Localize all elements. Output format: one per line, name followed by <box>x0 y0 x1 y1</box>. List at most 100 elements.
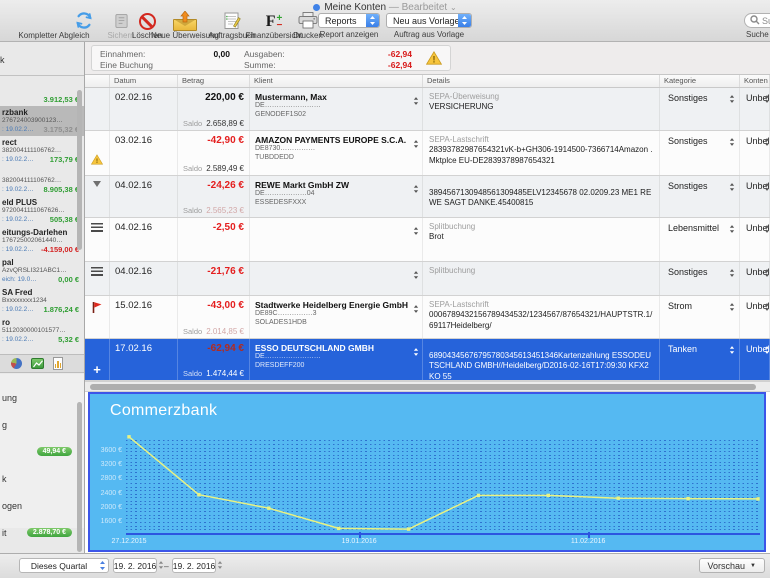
account-stepper-icon[interactable] <box>764 302 770 314</box>
account-balance: 173,79 € <box>50 155 79 164</box>
column-header-konten[interactable]: Konten <box>740 75 770 87</box>
category-stepper-icon[interactable] <box>729 137 735 149</box>
column-header-kategorie[interactable]: Kategorie <box>660 75 740 87</box>
cell-account[interactable]: Unbek <box>740 131 770 175</box>
category-stepper-icon[interactable] <box>729 268 735 280</box>
category-stepper-icon[interactable] <box>729 302 735 314</box>
cell-category[interactable]: Lebensmittel <box>660 218 740 261</box>
cell-amount: -43,00 € <box>207 300 244 311</box>
account-stepper-icon[interactable] <box>764 182 770 194</box>
toolbar-item-abgleich[interactable]: Kompletter Abgleich <box>2 12 106 40</box>
table-row[interactable]: 04.02.16-2,50 €SplitbuchungBrotLebensmit… <box>85 218 770 262</box>
account-number <box>2 87 79 95</box>
column-header-betrag[interactable]: Betrag <box>178 75 250 87</box>
client-stepper-icon[interactable] <box>413 344 419 362</box>
account-sync-date: : 19.02.2… <box>2 216 34 223</box>
cell-date: 17.02.16 <box>110 339 178 380</box>
category-stepper-icon[interactable] <box>729 182 735 194</box>
cell-category[interactable]: Sonstiges <box>660 131 740 175</box>
account-stepper-icon[interactable] <box>764 94 770 106</box>
range-select[interactable]: Dieses Quartal <box>19 558 109 573</box>
table-row[interactable]: !03.02.16-42,90 €Saldo2.589,49 €AMAZON P… <box>85 131 770 176</box>
sidebar-lower-list: ungg49,94 €kogenit2.878,70 € <box>0 374 84 528</box>
account-item[interactable]: ro5112030000101577…: 19.02.2…5,32 € <box>0 316 84 346</box>
preview-button[interactable]: Vorschau ▼ <box>699 558 765 573</box>
client-stepper-icon[interactable] <box>413 136 419 154</box>
disclosure-triangle-icon[interactable] <box>93 181 101 187</box>
table-row[interactable]: 02.02.16220,00 €Saldo2.658,89 €Musterman… <box>85 88 770 131</box>
cell-details-type: Splitbuchung <box>429 222 653 232</box>
cell-category[interactable]: Sonstiges <box>660 88 740 130</box>
account-item[interactable]: 3.912,53 € <box>0 76 84 106</box>
account-item[interactable]: rzbank276724003900123…: 19.02.2…3.175,32… <box>0 106 84 136</box>
account-item[interactable]: rect382004111106762…: 19.02.2…173,79 € <box>0 136 84 166</box>
category-stepper-icon[interactable] <box>729 224 735 236</box>
sidebar-scrollbar[interactable] <box>77 90 82 250</box>
account-item[interactable]: palAzvQRSLI321ABC1…eich: 19.0…0,00 € <box>0 256 84 286</box>
chart-icon[interactable] <box>31 358 44 369</box>
summary-strip: Einnahmen: 0,00 Ausgaben: -62,94 Eine Bu… <box>85 42 770 75</box>
account-stepper-icon[interactable] <box>764 345 770 357</box>
client-stepper-icon[interactable] <box>413 223 419 241</box>
table-row[interactable]: 04.02.16-24,26 €Saldo2.565,23 €REWE Mark… <box>85 176 770 218</box>
report-icon[interactable] <box>53 357 63 370</box>
date-stepper-icon[interactable] <box>217 560 223 572</box>
cell-account[interactable]: Unbek <box>740 88 770 130</box>
sidebar-list-item[interactable]: k <box>0 465 84 492</box>
table-row[interactable]: 15.02.16-43,00 €Saldo2.014,85 €Stadtwerk… <box>85 296 770 339</box>
account-balance: -4.159,00 € <box>41 245 79 254</box>
cell-account[interactable]: Unbek <box>740 339 770 380</box>
table-row[interactable]: +17.02.16-62,94 €Saldo1.474,44 €ESSO DEU… <box>85 339 770 381</box>
client-stepper-icon[interactable] <box>413 301 419 319</box>
cell-category[interactable]: Strom <box>660 296 740 338</box>
search-input[interactable]: Suchen <box>744 13 770 28</box>
sidebar-list-item[interactable]: ogen <box>0 492 84 519</box>
account-stepper-icon[interactable] <box>764 268 770 280</box>
cell-category[interactable]: Sonstiges <box>660 176 740 217</box>
reports-dropdown[interactable]: Reports <box>318 13 380 28</box>
account-item[interactable]: eld PLUS9720041111067626…: 19.02.2…505,3… <box>0 196 84 226</box>
cell-account[interactable]: Unbek <box>740 176 770 217</box>
split-booking-icon <box>91 267 103 276</box>
sidebar-list-item[interactable]: g <box>0 411 84 438</box>
account-stepper-icon[interactable] <box>764 137 770 149</box>
date-to-field[interactable]: 19. 2. 2016 <box>172 558 216 573</box>
sidebar-scrollbar[interactable] <box>77 402 82 552</box>
column-header-details[interactable]: Details <box>423 75 660 87</box>
cell-account[interactable]: Unbek <box>740 262 770 295</box>
account-stepper-icon[interactable] <box>764 224 770 236</box>
cell-account[interactable]: Unbek <box>740 296 770 338</box>
horizontal-scrollbar-thumb[interactable] <box>90 384 756 390</box>
save-icon <box>114 13 129 31</box>
account-sync-date: : 19.02.2… <box>2 306 34 313</box>
template-dropdown[interactable]: Neu aus Vorlage <box>386 13 472 28</box>
account-balance: 1.876,24 € <box>44 305 79 314</box>
account-item[interactable]: eitungs-Darlehen176725002061440…: 19.02.… <box>0 226 84 256</box>
sidebar-list-item[interactable]: ung <box>0 384 84 411</box>
cell-category[interactable]: Tanken <box>660 339 740 380</box>
cell-account[interactable]: Unbek <box>740 218 770 261</box>
sidebar-list-item[interactable]: 49,94 € <box>0 438 84 465</box>
window-status: — Bearbeitet <box>389 2 447 13</box>
cell-client-name: Stadtwerke Heidelberg Energie GmbH <box>255 300 408 310</box>
cell-amount: -42,90 € <box>207 135 244 146</box>
category-stepper-icon[interactable] <box>729 94 735 106</box>
title-chevron-icon[interactable]: ⌄ <box>450 3 457 12</box>
client-stepper-icon[interactable] <box>413 181 419 199</box>
account-number: 276724003900123… <box>2 117 79 125</box>
client-stepper-icon[interactable] <box>413 267 419 285</box>
category-stepper-icon[interactable] <box>729 345 735 357</box>
add-icon[interactable]: + <box>93 364 101 375</box>
column-header-klient[interactable]: Klient <box>250 75 423 87</box>
account-item[interactable]: 382004111106762…: 19.02.2…8.905,38 € <box>0 166 84 196</box>
date-from-field[interactable]: 19. 2. 2016 <box>113 558 157 573</box>
sidebar-item-label: k <box>2 474 7 484</box>
table-row[interactable]: 04.02.16-21,76 €SplitbuchungSonstigesUnb… <box>85 262 770 296</box>
sidebar-list-item[interactable]: it2.878,70 € <box>0 519 84 546</box>
warning-icon: ! <box>426 51 442 67</box>
pie-chart-icon[interactable] <box>11 358 22 369</box>
account-item[interactable]: SA FredBxxxxxxxx1234: 19.02.2…1.876,24 € <box>0 286 84 316</box>
column-header-datum[interactable]: Datum <box>110 75 178 87</box>
client-stepper-icon[interactable] <box>413 93 419 111</box>
cell-category[interactable]: Sonstiges <box>660 262 740 295</box>
